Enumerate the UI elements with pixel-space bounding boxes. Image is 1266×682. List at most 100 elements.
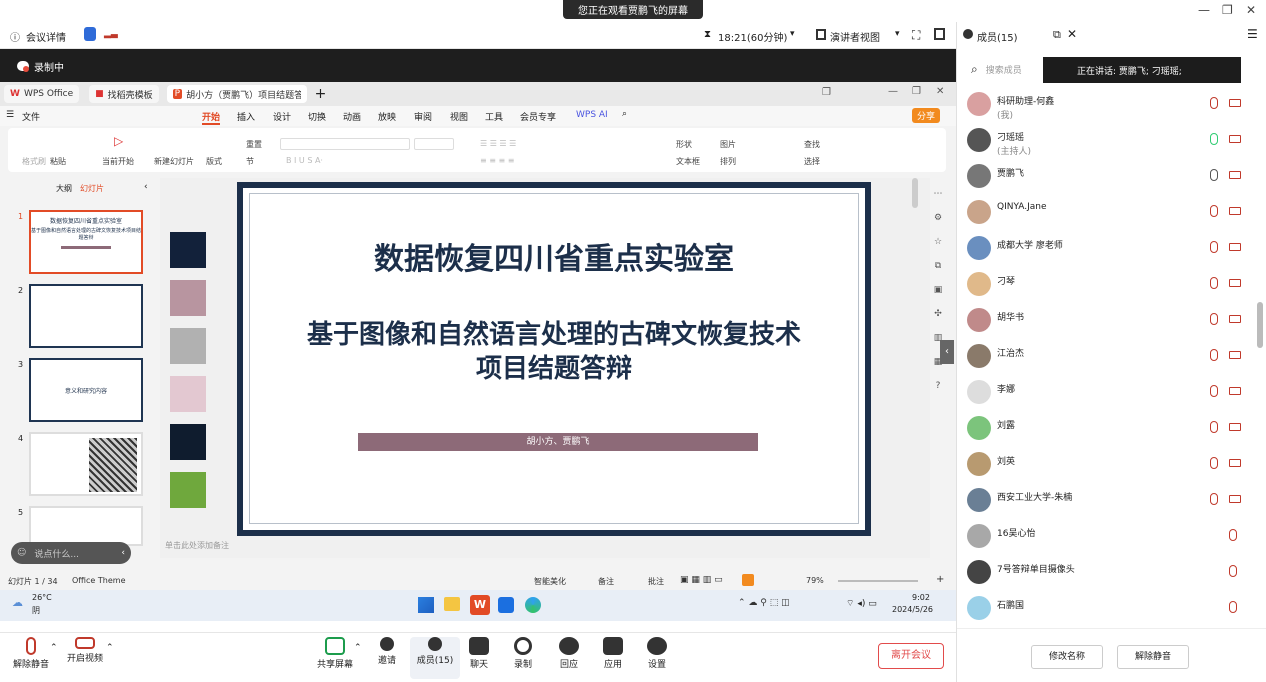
member-row[interactable]: 刘露 <box>957 412 1257 448</box>
camera-off-icon[interactable] <box>1229 387 1241 395</box>
mic-off-icon[interactable] <box>1210 457 1218 469</box>
apps-button[interactable]: 应用 <box>588 637 638 670</box>
camera-off-icon[interactable] <box>1229 459 1241 467</box>
camera-off-icon[interactable] <box>1229 495 1241 503</box>
view-mode-selector[interactable]: 演讲者视图 <box>830 29 880 44</box>
tab-slides[interactable]: 幻灯片 <box>80 183 104 194</box>
menu-view[interactable]: 视图 <box>450 110 468 123</box>
chevron-down-icon[interactable]: ▾ <box>790 29 795 39</box>
new-tab-icon[interactable]: + <box>315 86 327 102</box>
share-button[interactable]: 分享 <box>912 108 941 123</box>
info-icon[interactable]: ⓘ <box>10 29 20 44</box>
arrange-button[interactable]: 排列 <box>720 156 736 167</box>
member-row[interactable]: 16吴心怡 <box>957 520 1257 556</box>
theme-name[interactable]: Office Theme <box>72 576 126 585</box>
meeting-taskbar-icon[interactable] <box>498 597 514 613</box>
member-row[interactable]: 成都大学 廖老师 <box>957 232 1257 268</box>
mic-off-icon[interactable] <box>1210 421 1218 433</box>
mic-off-icon[interactable] <box>1210 313 1218 325</box>
play-from-current-button[interactable]: 当前开始 <box>102 156 134 167</box>
security-shield-icon[interactable] <box>84 27 96 41</box>
meeting-details[interactable]: 会议详情 <box>26 29 66 44</box>
chevron-up-icon[interactable]: ⌃ <box>354 643 362 653</box>
current-slide[interactable]: 数据恢复四川省重点实验室 基于图像和自然语言处理的古碑文恢复技术 项目结题答辩 … <box>237 182 871 536</box>
notes-hint[interactable]: 单击此处添加备注 <box>165 540 229 551</box>
member-row[interactable]: 李娜 <box>957 376 1257 412</box>
mic-off-icon[interactable] <box>1210 493 1218 505</box>
tab-template[interactable]: ■ 找稻壳模板 <box>89 85 159 103</box>
mic-off-icon[interactable] <box>1210 241 1218 253</box>
more-icon[interactable]: ⋯ <box>930 182 946 206</box>
slide-thumbnail-3[interactable]: 意义和研究内容 <box>29 358 143 422</box>
share-screen-button[interactable]: 共享屏幕 <box>310 637 360 670</box>
member-row[interactable]: 7号答辩单目摄像头 <box>957 556 1257 592</box>
minimize-icon[interactable]: — <box>888 86 898 97</box>
play-slideshow-icon[interactable] <box>742 574 754 586</box>
wps-taskbar-icon[interactable]: W <box>470 595 490 615</box>
adjust-icon[interactable]: ⚙ <box>930 206 946 230</box>
tool-icon[interactable]: ✣ <box>930 302 946 326</box>
comment-input[interactable]: ☺ 说点什么... ‹ <box>11 542 131 564</box>
camera-off-icon[interactable] <box>1229 423 1241 431</box>
format-brush-button[interactable]: 格式刷 <box>22 156 46 167</box>
leave-meeting-button[interactable]: 离开会议 <box>878 643 944 669</box>
chevron-up-icon[interactable]: ⌃ <box>106 643 114 653</box>
mic-off-icon[interactable] <box>1229 529 1237 541</box>
hamburger-icon[interactable]: ☰ <box>6 110 14 120</box>
paste-button[interactable]: 粘贴 <box>50 156 66 167</box>
crop-icon[interactable]: ▣ <box>930 278 946 302</box>
close-icon[interactable]: ✕ <box>1067 27 1077 41</box>
member-row[interactable]: 胡华书 <box>957 304 1257 340</box>
close-icon[interactable]: ✕ <box>936 86 944 97</box>
maximize-icon[interactable]: ❐ <box>1222 3 1233 17</box>
font-family-select[interactable] <box>280 138 410 150</box>
menu-insert[interactable]: 插入 <box>237 110 255 123</box>
rename-button[interactable]: 修改名称 <box>1031 645 1103 669</box>
settings-button[interactable]: 设置 <box>632 637 682 670</box>
view-mode-icons[interactable]: ▣ ▦ ▥ ▭ <box>680 575 723 585</box>
mic-on-icon[interactable] <box>1210 169 1218 181</box>
find-button[interactable]: 查找 <box>804 139 820 150</box>
tab-presentation[interactable]: P 胡小方（贾鹏飞）项目结题答... <box>166 85 307 103</box>
chevron-down-icon[interactable]: ▾ <box>895 29 900 39</box>
camera-off-icon[interactable] <box>1229 99 1241 107</box>
unmute-button[interactable]: 解除静音 <box>6 637 56 670</box>
menu-transition[interactable]: 切换 <box>308 110 326 123</box>
menu-animation[interactable]: 动画 <box>343 110 361 123</box>
close-icon[interactable]: ✕ <box>1246 3 1256 17</box>
window-restore-icon[interactable]: ❐ <box>822 87 831 98</box>
chevron-left-icon[interactable]: ‹ <box>121 548 125 558</box>
scrollbar-thumb[interactable] <box>912 178 918 208</box>
wps-ai[interactable]: WPS AI <box>576 110 608 120</box>
member-row[interactable]: 江治杰 <box>957 340 1257 376</box>
section-button[interactable]: 节 <box>246 156 254 167</box>
network-icon[interactable]: ⌔ ◂) ▭ <box>846 598 877 609</box>
picture-button[interactable]: 图片 <box>720 139 736 150</box>
reset-button[interactable]: 重置 <box>246 139 262 150</box>
file-explorer-icon[interactable] <box>444 597 460 611</box>
beautify-button[interactable]: 智能美化 <box>534 576 566 587</box>
minimize-icon[interactable]: — <box>1198 3 1210 17</box>
slide-thumbnail-2[interactable] <box>29 284 143 348</box>
align-tools[interactable]: ≡ ≡ ≡ ≡ <box>480 156 514 165</box>
slide-thumbnail-4[interactable] <box>29 432 143 496</box>
mic-off-icon[interactable] <box>1229 565 1237 577</box>
mic-off-icon[interactable] <box>1210 385 1218 397</box>
layout-button[interactable]: 版式 <box>206 156 222 167</box>
camera-off-icon[interactable] <box>1229 243 1241 251</box>
member-row[interactable]: 石鹏国 <box>957 592 1257 628</box>
shape-button[interactable]: 形状 <box>676 139 692 150</box>
mic-off-icon[interactable] <box>1210 97 1218 109</box>
pop-out-icon[interactable]: ⧉ <box>1053 28 1061 42</box>
meeting-timer[interactable]: 18:21(60分钟) <box>718 29 787 44</box>
mic-off-icon[interactable] <box>1210 205 1218 217</box>
zoom-slider[interactable] <box>838 580 918 582</box>
mic-on-icon[interactable] <box>1210 133 1218 145</box>
edge-icon[interactable] <box>525 597 541 613</box>
reply-button[interactable]: 回应 <box>544 637 594 670</box>
maximize-icon[interactable]: ❐ <box>912 86 921 97</box>
star-icon[interactable]: ☆ <box>930 230 946 254</box>
menu-file[interactable]: 文件 <box>22 110 40 123</box>
menu-icon[interactable]: ☰ <box>1247 27 1258 41</box>
notes-button[interactable]: 备注 <box>598 576 614 587</box>
